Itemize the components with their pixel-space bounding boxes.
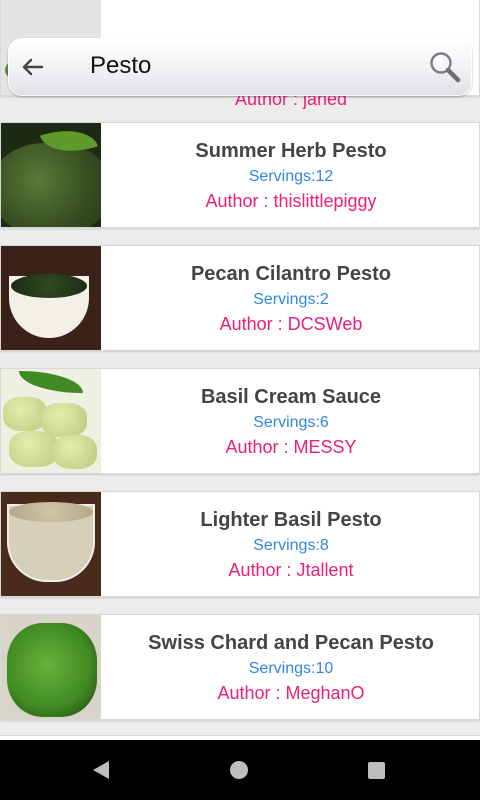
- recipe-author: Author : MeghanO: [217, 683, 365, 703]
- nav-back-icon[interactable]: [93, 761, 109, 779]
- recipe-servings: Servings:6: [253, 414, 329, 431]
- recipe-title: Basil Cream Sauce: [200, 386, 382, 408]
- nav-recent-apps-icon[interactable]: [368, 762, 385, 779]
- recipe-author: Author : Jtallent: [228, 560, 354, 580]
- recipe-title: Summer Herb Pesto: [195, 140, 387, 162]
- recipe-servings: Servings:12: [248, 168, 334, 185]
- recipe-author: Author : DCSWeb: [219, 314, 363, 334]
- recipe-thumbnail: [1, 615, 101, 719]
- recipe-author: Author : MESSY: [225, 437, 357, 457]
- recipe-card[interactable]: Pecan Cilantro Pesto Servings:2 Author :…: [0, 245, 480, 351]
- recipe-thumbnail: [1, 123, 101, 227]
- recipe-thumbnail: [1, 492, 101, 596]
- recipe-title: Lighter Basil Pesto: [200, 509, 382, 531]
- recipe-card[interactable]: Swiss Chard and Pecan Pesto Servings:10 …: [0, 614, 480, 720]
- recipe-thumbnail: [1, 246, 101, 350]
- recipe-title: Swiss Chard and Pecan Pesto: [148, 632, 434, 654]
- recipe-title: Pecan Cilantro Pesto: [190, 263, 392, 285]
- nav-home-icon[interactable]: [230, 761, 248, 779]
- recipe-author: Author : thislittlepiggy: [205, 191, 377, 211]
- recipe-servings: Servings:2: [253, 291, 329, 308]
- recipe-card[interactable]: Summer Herb Pesto Servings:12 Author : t…: [0, 122, 480, 228]
- search-bar: Pesto: [8, 38, 472, 96]
- recipe-servings: Servings:10: [248, 660, 334, 677]
- back-arrow-icon[interactable]: [18, 52, 48, 82]
- recipe-card[interactable]: Basil Cream Sauce Servings:6 Author : ME…: [0, 368, 480, 474]
- search-icon[interactable]: [428, 50, 462, 84]
- system-nav-bar: [0, 740, 480, 800]
- search-input[interactable]: Pesto: [90, 52, 151, 80]
- recipe-card[interactable]: Lighter Basil Pesto Servings:8 Author : …: [0, 491, 480, 597]
- recipe-thumbnail: [1, 369, 101, 473]
- recipe-servings: Servings:8: [253, 537, 329, 554]
